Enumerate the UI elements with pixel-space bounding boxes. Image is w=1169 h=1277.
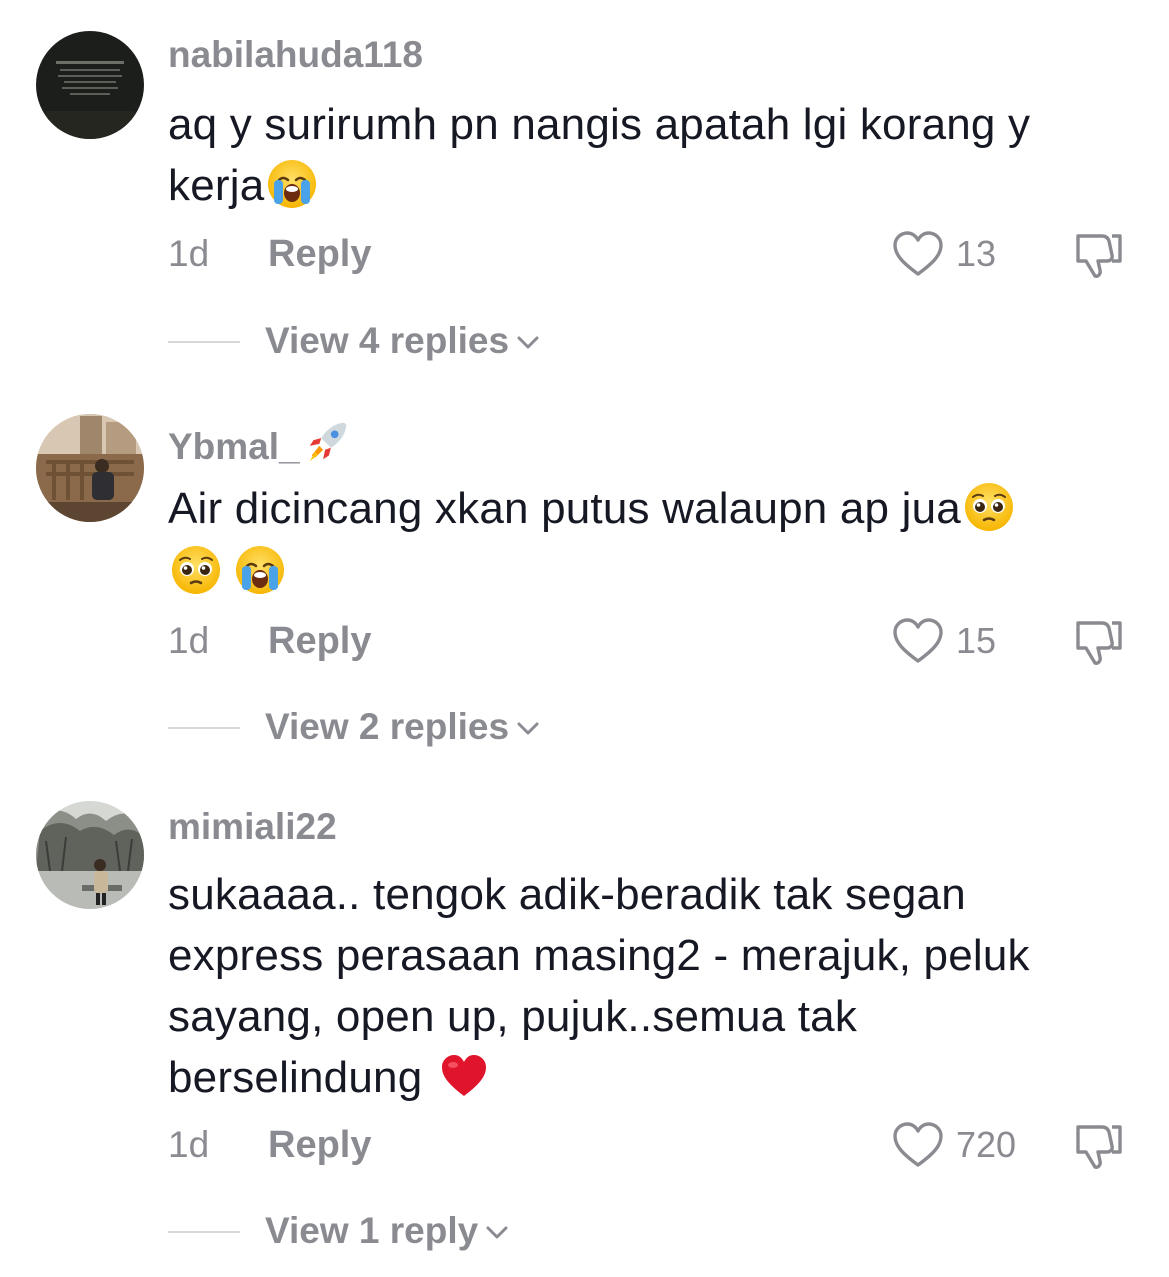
comment-text: sukaaaa.. tengok adik-beradik tak segan … <box>168 864 1128 1108</box>
pleading-face-icon <box>963 481 1015 533</box>
divider <box>168 341 240 343</box>
comment-text: aq y surirumh pn nangis apatah lgi koran… <box>168 94 1128 216</box>
red-heart-icon <box>438 1050 490 1102</box>
loudly-crying-face-icon <box>234 544 286 596</box>
loudly-crying-face-icon <box>266 158 318 210</box>
view-replies-button[interactable]: View 1 reply <box>265 1209 510 1253</box>
comment-text-line: express perasaan masing2 - merajuk, pelu… <box>168 931 1030 980</box>
comment-text-span: Air dicincang xkan putus walaupn ap jua <box>168 484 961 533</box>
heart-icon[interactable] <box>892 1121 944 1169</box>
like-count: 13 <box>956 233 997 274</box>
view-replies-label: View 2 replies <box>265 706 510 747</box>
timestamp: 1d <box>168 1124 210 1165</box>
avatar[interactable] <box>36 31 144 139</box>
timestamp: 1d <box>168 233 210 274</box>
pleading-face-icon <box>170 544 222 596</box>
dislike-icon[interactable] <box>1072 615 1124 667</box>
view-replies-label: View 4 replies <box>265 320 510 361</box>
reply-button[interactable]: Reply <box>268 619 371 663</box>
comment-text-span: berselindung <box>168 1053 423 1102</box>
comment-text: Air dicincang xkan putus walaupn ap jua <box>168 478 1128 602</box>
comment-text-line <box>168 541 1128 602</box>
comment-text-span: kerja <box>168 161 265 210</box>
avatar[interactable] <box>36 801 144 909</box>
like-count: 15 <box>956 620 997 661</box>
divider <box>168 727 240 729</box>
comment-text-line: kerja <box>168 155 1128 216</box>
avatar[interactable] <box>36 414 144 522</box>
comment-text-line: aq y surirumh pn nangis apatah lgi koran… <box>168 100 1031 149</box>
reply-button[interactable]: Reply <box>268 1123 371 1167</box>
comment-text-line: Air dicincang xkan putus walaupn ap jua <box>168 478 1128 539</box>
username[interactable]: Ybmal_ <box>168 417 354 469</box>
comment-text-line: berselindung <box>168 1047 1128 1108</box>
chevron-down-icon <box>515 715 541 741</box>
heart-icon[interactable] <box>892 230 944 278</box>
rocket-icon <box>302 417 352 467</box>
heart-icon[interactable] <box>892 617 944 665</box>
dislike-icon[interactable] <box>1072 1119 1124 1171</box>
dislike-icon[interactable] <box>1072 228 1124 280</box>
like-count: 720 <box>956 1124 1017 1165</box>
chevron-down-icon <box>515 329 541 355</box>
comment-text-line: sukaaaa.. tengok adik-beradik tak segan <box>168 870 966 919</box>
view-replies-button[interactable]: View 4 replies <box>265 319 541 363</box>
username[interactable]: nabilahuda118 <box>168 33 423 77</box>
view-replies-button[interactable]: View 2 replies <box>265 705 541 749</box>
reply-button[interactable]: Reply <box>268 232 371 276</box>
view-replies-label: View 1 reply <box>265 1210 479 1251</box>
comment-text-line: sayang, open up, pujuk..semua tak <box>168 992 858 1041</box>
chevron-down-icon <box>484 1219 510 1245</box>
username-text: Ybmal_ <box>168 426 300 467</box>
username[interactable]: mimiali22 <box>168 805 337 849</box>
timestamp: 1d <box>168 620 210 661</box>
divider <box>168 1231 240 1233</box>
